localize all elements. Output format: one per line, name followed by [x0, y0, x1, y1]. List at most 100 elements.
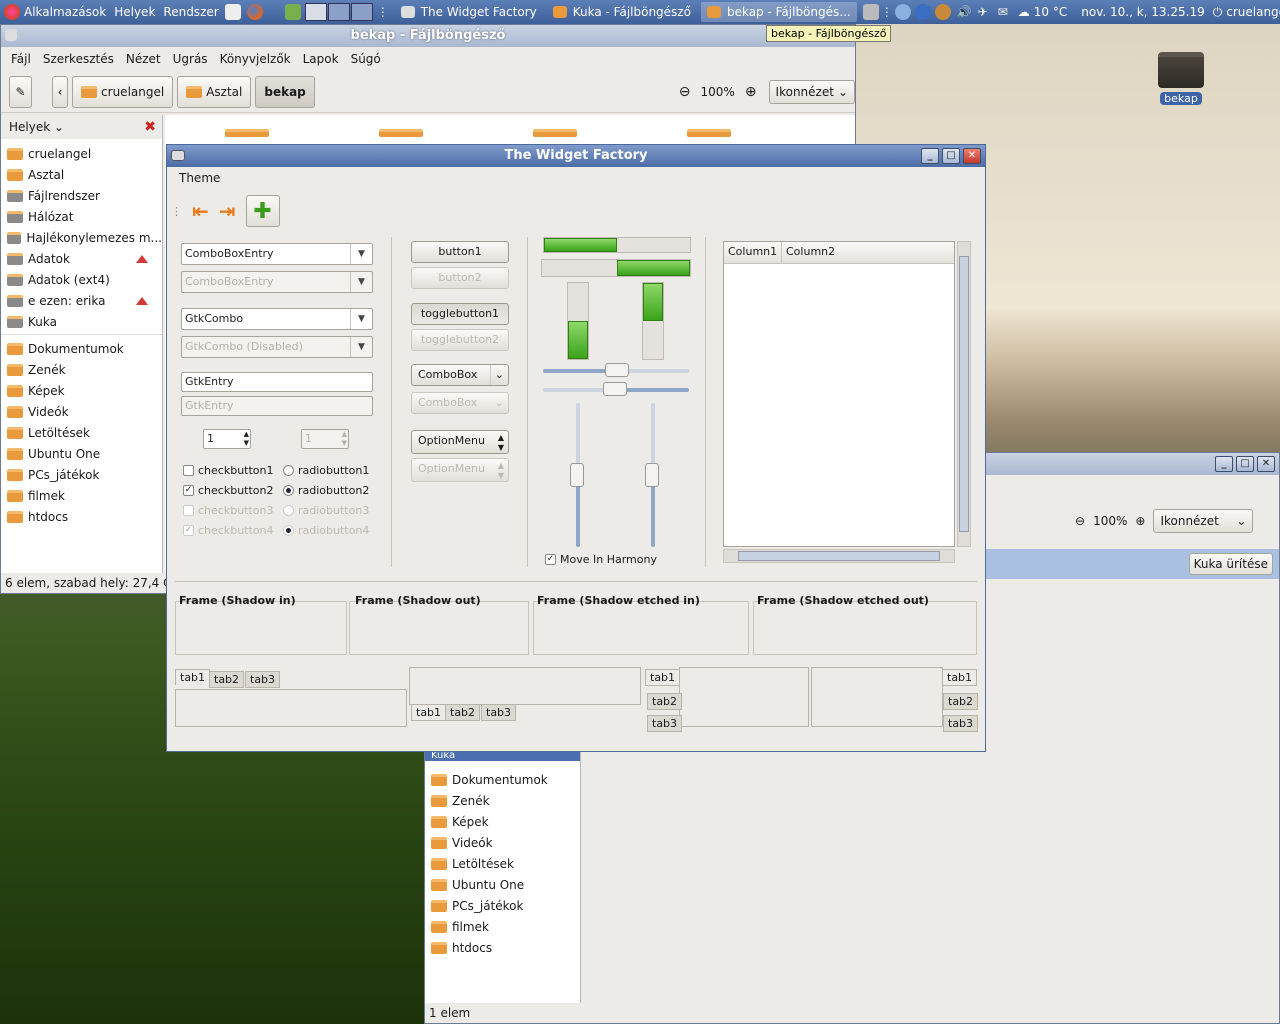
workspace-2[interactable]: [327, 3, 350, 21]
widget-factory-titlebar[interactable]: The Widget Factory _ □ ✕: [167, 145, 985, 167]
trash-applet-icon[interactable]: [862, 4, 879, 20]
trash-view-select[interactable]: Ikonnézet ⌄: [1153, 509, 1254, 533]
power-icon[interactable]: ⏻: [1213, 5, 1223, 20]
sidebar-item-bookmark[interactable]: Videók: [1, 401, 162, 422]
workspace-1[interactable]: [304, 3, 327, 21]
sidebar-item-place[interactable]: Adatok (ext4): [1, 269, 162, 290]
notebook-top-tab2[interactable]: tab2: [209, 671, 245, 688]
sidebar-item-bookmark[interactable]: Ubuntu One: [425, 874, 580, 895]
empty-trash-button[interactable]: Kuka ürítése: [1188, 553, 1273, 575]
folder-icon[interactable]: [225, 129, 269, 137]
breadcrumb-back-button[interactable]: ‹: [52, 75, 69, 108]
go-last-icon[interactable]: ⇥: [219, 199, 236, 223]
weather-icon[interactable]: ☁: [1018, 5, 1030, 19]
radiobutton1[interactable]: radiobutton1: [283, 464, 369, 477]
volume-icon[interactable]: 🔊: [957, 5, 972, 19]
gtkcombo[interactable]: GtkCombo ▼: [181, 308, 373, 330]
vscale-2-slider[interactable]: [645, 463, 659, 487]
sidebar-item-bookmark[interactable]: Ubuntu One: [1, 443, 162, 464]
text-editor-launcher-icon[interactable]: [224, 4, 241, 20]
sidebar-item-bookmark[interactable]: htdocs: [425, 937, 580, 958]
menu-go[interactable]: Ugrás: [169, 52, 212, 66]
sidebar-item-place[interactable]: Fájlrendszer: [1, 185, 162, 206]
users-applet-icon[interactable]: [284, 4, 301, 20]
close-icon[interactable]: ✕: [963, 148, 981, 164]
chevron-down-icon[interactable]: ▼: [350, 309, 372, 329]
minimize-icon[interactable]: _: [1215, 456, 1233, 472]
radio-circle-selected[interactable]: [283, 485, 294, 496]
scrollbar-thumb[interactable]: [738, 551, 940, 561]
task-widget-factory[interactable]: The Widget Factory: [395, 2, 543, 22]
sidebar-header[interactable]: Helyek ⌄ ✖: [1, 115, 162, 139]
notebook-right-tab3[interactable]: tab3: [943, 715, 979, 732]
sidebar-title[interactable]: Helyek ⌄: [9, 120, 64, 134]
scrollbar-thumb[interactable]: [959, 256, 969, 532]
menu-system[interactable]: Rendszer: [159, 0, 222, 24]
spin-arrows-icon[interactable]: ▲ ▼: [244, 430, 249, 448]
notebook-bottom-tab2[interactable]: tab2: [445, 704, 481, 721]
notebook-left-tab2[interactable]: tab2: [647, 693, 683, 710]
vscale-1-slider[interactable]: [570, 463, 584, 487]
move-in-harmony[interactable]: ✓ Move In Harmony: [545, 553, 657, 566]
task-trash-browser[interactable]: Kuka - Fájlböngésző: [547, 2, 697, 22]
sidebar-item-place[interactable]: Kuka: [1, 311, 162, 332]
messaging-icon[interactable]: [894, 4, 911, 20]
sidebar-item-bookmark[interactable]: Képek: [425, 811, 580, 832]
notebook-left-tab1[interactable]: tab1: [645, 669, 680, 686]
folder-icon[interactable]: [687, 129, 731, 137]
location-toggle-button[interactable]: ✎: [9, 75, 33, 108]
sidebar-item-place[interactable]: Asztal: [1, 164, 162, 185]
sidebar-item-bookmark[interactable]: htdocs: [1, 506, 162, 527]
sidebar-item-place[interactable]: Hálózat: [1, 206, 162, 227]
chevron-down-icon[interactable]: ▼: [350, 244, 372, 264]
column2-header[interactable]: Column2: [782, 242, 954, 263]
user-name[interactable]: cruelangel: [1226, 5, 1280, 19]
sidebar-item-bookmark[interactable]: Letöltések: [425, 853, 580, 874]
menu-view[interactable]: Nézet: [122, 52, 165, 66]
button1[interactable]: button1: [411, 241, 509, 263]
togglebutton1[interactable]: togglebutton1: [411, 303, 509, 325]
checkbutton1[interactable]: checkbutton1: [183, 464, 274, 477]
sidebar-item-bookmark[interactable]: Letöltések: [1, 422, 162, 443]
sidebar-item-bookmark[interactable]: Zenék: [425, 790, 580, 811]
hscale-2[interactable]: [543, 382, 689, 396]
sidebar-item-bookmark[interactable]: Dokumentumok: [425, 769, 580, 790]
sidebar-item-place[interactable]: cruelangel: [1, 143, 162, 164]
gnome-do-icon[interactable]: [914, 4, 931, 20]
notebook-right-tab1[interactable]: tab1: [943, 669, 978, 686]
network-icon[interactable]: ✈: [978, 5, 988, 19]
spinbutton[interactable]: 1 ▲ ▼: [203, 429, 251, 449]
add-icon[interactable]: ✚: [245, 195, 280, 227]
sidebar-item-bookmark[interactable]: Dokumentumok: [1, 338, 162, 359]
menu-places[interactable]: Helyek: [110, 0, 159, 24]
hscale-1[interactable]: [543, 363, 689, 377]
weather-temperature[interactable]: 10 °C: [1034, 5, 1067, 19]
hscale-2-slider[interactable]: [603, 382, 627, 396]
menu-bookmarks[interactable]: Könyvjelzők: [216, 52, 295, 66]
comboboxentry[interactable]: ComboBoxEntry ▼: [181, 243, 373, 265]
menu-tabs[interactable]: Lapok: [299, 52, 343, 66]
sidebar-item-bookmark[interactable]: Zenék: [1, 359, 162, 380]
window-menu-icon[interactable]: [5, 29, 17, 41]
hscale-1-slider[interactable]: [605, 363, 629, 377]
zoom-in-icon[interactable]: ⊕: [1135, 514, 1145, 528]
task-bekap-browser[interactable]: bekap - Fájlböngés...: [700, 2, 857, 22]
go-first-icon[interactable]: ⇤: [192, 199, 209, 223]
maximize-icon[interactable]: □: [1236, 456, 1254, 472]
vscale-1[interactable]: [570, 403, 584, 547]
folder-icon[interactable]: [533, 129, 577, 137]
sidebar-item-bookmark[interactable]: PCs_játékok: [425, 895, 580, 916]
zoom-out-icon[interactable]: ⊖: [679, 84, 691, 100]
gtkentry[interactable]: GtkEntry: [181, 372, 373, 392]
radio-circle[interactable]: [283, 465, 294, 476]
radiobutton2[interactable]: radiobutton2: [283, 484, 369, 497]
menu-file[interactable]: Fájl: [7, 52, 35, 66]
close-sidebar-icon[interactable]: ✖: [144, 119, 156, 135]
checkbutton2[interactable]: ✓ checkbutton2: [183, 484, 274, 497]
notebook-bottom-tab3[interactable]: tab3: [481, 704, 517, 721]
notebook-top-tab3[interactable]: tab3: [245, 671, 281, 688]
treeview[interactable]: Column1 Column2: [723, 241, 955, 547]
notebook-bottom-tab1[interactable]: tab1: [411, 705, 447, 721]
menu-applications[interactable]: Alkalmazások: [0, 0, 110, 24]
clock-text[interactable]: nov. 10., k, 13.25.19: [1081, 5, 1204, 19]
